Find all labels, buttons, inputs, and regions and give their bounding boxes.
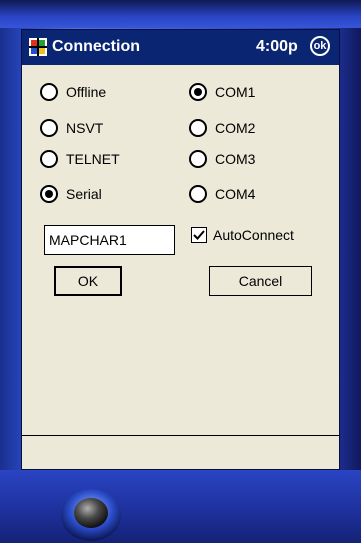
device-bottom-bezel — [0, 470, 361, 543]
checkmark-icon — [193, 230, 205, 240]
autoconnect-label: AutoConnect — [213, 227, 294, 243]
host-name-input[interactable] — [44, 225, 175, 255]
radio-com2[interactable]: COM2 — [189, 118, 255, 138]
device-top-bezel — [0, 0, 361, 28]
ok-close-button[interactable]: ok — [310, 36, 330, 56]
title-bar: Connection 4:00p ok — [22, 30, 339, 65]
radio-com1[interactable]: COM1 — [189, 82, 255, 102]
radio-nsvt-label: NSVT — [66, 120, 104, 136]
radio-telnet[interactable]: TELNET — [40, 149, 120, 169]
radio-serial-label: Serial — [66, 186, 102, 202]
radio-serial[interactable]: Serial — [40, 184, 102, 204]
radio-com3-label: COM3 — [215, 151, 256, 167]
navigation-pad-button[interactable] — [56, 477, 126, 543]
radio-com1-indicator — [189, 83, 207, 101]
radio-com4-indicator — [189, 185, 207, 203]
radio-nsvt-indicator — [40, 119, 58, 137]
radio-offline-label: Offline — [66, 84, 107, 100]
ok-button[interactable]: OK — [54, 266, 122, 296]
pda-device: Connection 4:00p ok Offline NSVT TELNET … — [0, 0, 361, 543]
radio-com4[interactable]: COM4 — [189, 184, 255, 204]
menu-bar — [22, 436, 339, 469]
clock[interactable]: 4:00p — [256, 37, 298, 57]
radio-telnet-label: TELNET — [66, 151, 120, 167]
radio-com3-indicator — [189, 150, 207, 168]
start-menu-icon[interactable] — [28, 37, 48, 57]
radio-com3[interactable]: COM3 — [189, 149, 255, 169]
window-title: Connection — [52, 38, 140, 55]
radio-com4-label: COM4 — [215, 186, 256, 202]
autoconnect-checkbox[interactable]: AutoConnect — [191, 225, 294, 245]
radio-offline[interactable]: Offline — [40, 82, 106, 102]
pda-screen: Connection 4:00p ok Offline NSVT TELNET … — [21, 29, 340, 470]
radio-nsvt[interactable]: NSVT — [40, 118, 103, 138]
radio-com2-label: COM2 — [215, 120, 256, 136]
radio-com1-label: COM1 — [215, 84, 256, 100]
radio-serial-indicator — [40, 185, 58, 203]
radio-com2-indicator — [189, 119, 207, 137]
radio-offline-indicator — [40, 83, 58, 101]
autoconnect-checkbox-box — [191, 227, 207, 243]
cancel-button[interactable]: Cancel — [209, 266, 312, 296]
radio-telnet-indicator — [40, 150, 58, 168]
